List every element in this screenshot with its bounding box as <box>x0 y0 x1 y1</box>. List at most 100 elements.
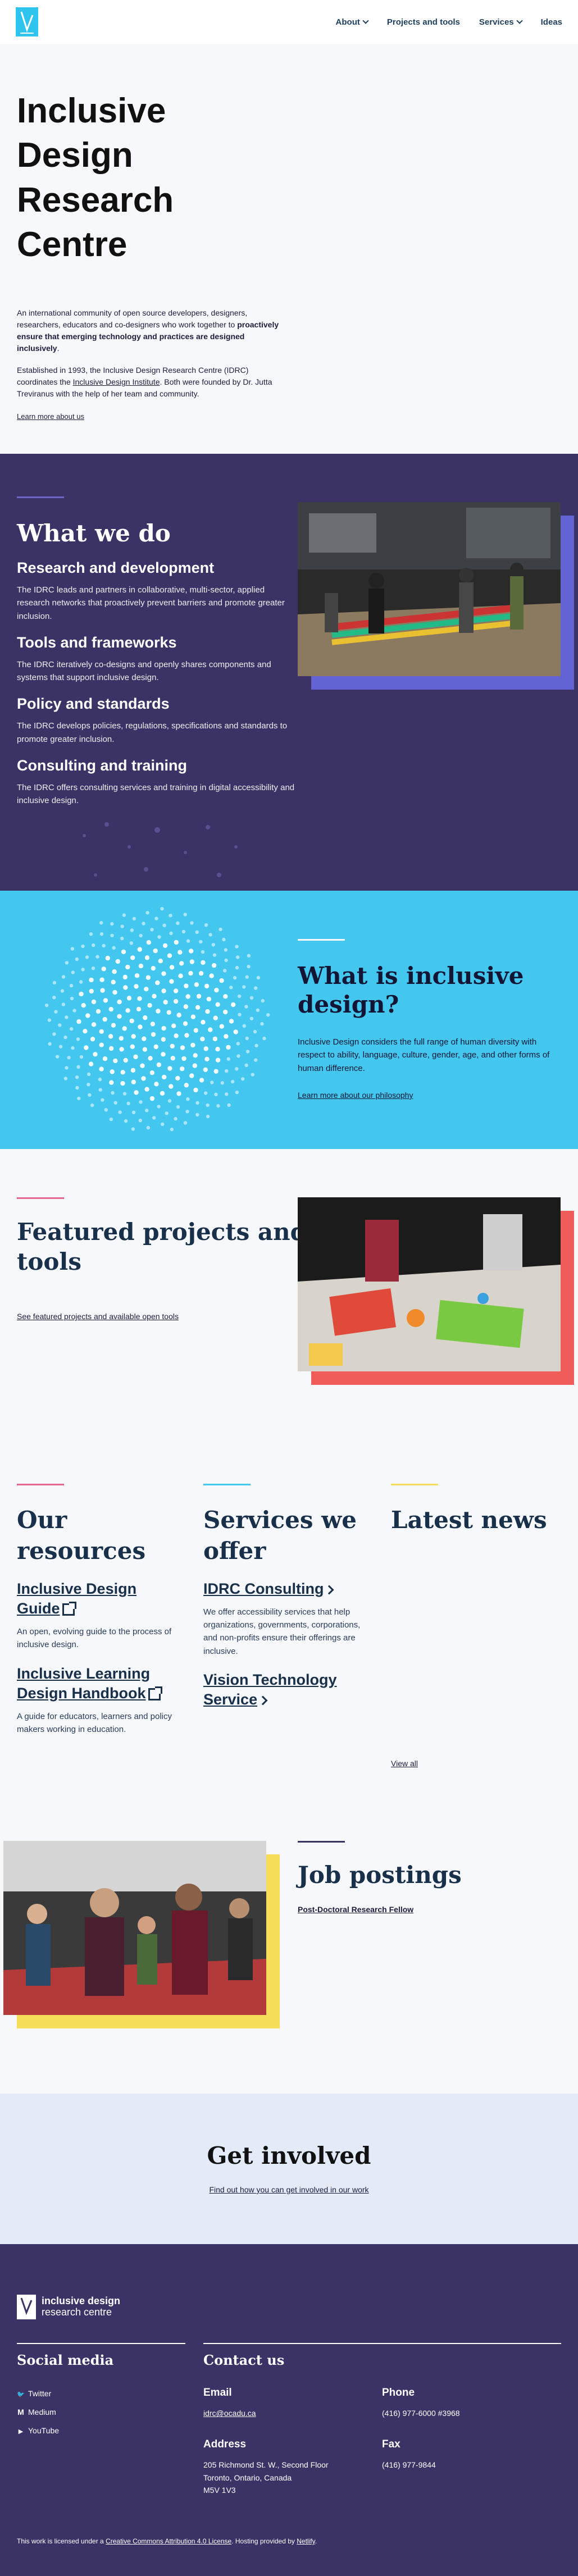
burst-dot <box>83 1029 88 1034</box>
burst-dot <box>176 1105 180 1109</box>
twitter-label: Twitter <box>28 2389 52 2398</box>
learning-design-handbook-link[interactable]: Inclusive Learning Design Handbook <box>17 1664 180 1703</box>
burst-dot <box>139 933 143 938</box>
burst-dot <box>132 917 136 921</box>
burst-dot <box>247 964 251 969</box>
burst-dot <box>157 935 161 939</box>
burst-dot <box>75 957 79 961</box>
burst-dot <box>219 927 222 932</box>
job-posting-link[interactable]: Post-Doctoral Research Fellow <box>298 1905 413 1914</box>
twitter-link[interactable]: 🐦 Twitter <box>17 2384 59 2403</box>
jobs-title: Job postings <box>298 1861 462 1889</box>
burst-dot <box>256 975 261 980</box>
burst-dot <box>130 928 134 932</box>
burst-dot <box>244 1005 248 1009</box>
learn-more-link[interactable]: Learn more about us <box>17 412 84 421</box>
burst-dot <box>229 986 233 990</box>
burst-dot <box>176 1091 181 1096</box>
nav-projects-and-tools[interactable]: Projects and tools <box>387 17 460 27</box>
intro-end: . <box>57 344 60 353</box>
featured-title: Featured projects and tools <box>17 1218 307 1275</box>
burst-dot <box>208 1027 213 1032</box>
burst-dot <box>146 1125 150 1130</box>
view-all-news-link[interactable]: View all <box>391 1759 418 1768</box>
nav-about[interactable]: About <box>336 17 369 27</box>
inclusive-design-institute-link[interactable]: Inclusive Design Institute <box>73 377 160 386</box>
burst-dot <box>165 1111 169 1115</box>
license-end: . <box>315 2537 317 2545</box>
youtube-label: YouTube <box>28 2425 60 2435</box>
burst-dot <box>123 1057 128 1063</box>
nav-ideas-label: Ideas <box>540 17 562 27</box>
burst-dot <box>193 1028 198 1033</box>
burst-dot <box>58 1023 62 1027</box>
burst-dot <box>89 988 94 994</box>
burst-dot <box>161 1122 165 1126</box>
youtube-link[interactable]: ▶ YouTube <box>17 2422 59 2440</box>
logo-line-2: research centre <box>42 2306 112 2318</box>
burst-dot <box>219 1024 224 1029</box>
burst-dot <box>117 999 122 1005</box>
medium-link[interactable]: M Medium <box>17 2403 59 2422</box>
burst-dot <box>183 1121 188 1125</box>
license-prefix: This work is licensed under a <box>17 2537 106 2545</box>
burst-dot <box>150 928 154 932</box>
chevron-right-icon <box>324 1585 334 1595</box>
burst-dot <box>171 1023 176 1028</box>
news-column: Latest news View all <box>391 1484 554 1768</box>
handbook-description: A guide for educators, learners and poli… <box>17 1711 172 1734</box>
address-label: Address <box>203 2438 247 2450</box>
burst-dot <box>99 921 103 925</box>
burst-dot <box>81 1003 86 1008</box>
decorative-dots-icon <box>83 822 238 877</box>
fax-value: (416) 977-9844 <box>382 2460 436 2470</box>
nav-services[interactable]: Services <box>479 17 523 27</box>
get-involved-link[interactable]: Find out how you can get involved in our… <box>209 2185 368 2194</box>
services-title: Services we offer <box>203 1506 357 1565</box>
burst-dot <box>101 1098 104 1102</box>
footer-logo[interactable]: inclusive design research centre <box>17 2295 120 2319</box>
burst-dot <box>70 996 74 1001</box>
burst-dot <box>226 1057 230 1061</box>
inclusive-design-guide-link[interactable]: Inclusive Design Guide <box>17 1579 180 1618</box>
burst-dot <box>167 953 172 958</box>
netlify-link[interactable]: Netlify <box>297 2537 315 2545</box>
burst-dot <box>85 1013 90 1018</box>
email-link[interactable]: idrc@ocadu.ca <box>203 2409 256 2418</box>
burst-dot <box>247 954 251 958</box>
burst-dot <box>180 1066 185 1072</box>
philosophy-link[interactable]: Learn more about our philosophy <box>298 1091 413 1100</box>
section-divider <box>17 1484 64 1485</box>
burst-dot <box>189 949 194 954</box>
burst-dot <box>206 1103 210 1107</box>
nav-ideas[interactable]: Ideas <box>541 17 562 27</box>
burst-dot <box>67 1056 71 1060</box>
burst-dot <box>179 961 184 966</box>
burst-dot <box>145 975 151 980</box>
burst-dot <box>190 1014 196 1019</box>
burst-dot <box>109 1117 113 1121</box>
license-link[interactable]: Creative Commons Attribution 4.0 License <box>106 2537 231 2545</box>
idrc-consulting-link[interactable]: IDRC Consulting <box>203 1579 366 1599</box>
burst-dot <box>201 950 205 954</box>
burst-dot <box>211 943 215 947</box>
burst-dot <box>186 939 190 943</box>
burst-dot <box>122 974 128 980</box>
burst-dot <box>93 1052 98 1057</box>
idrc-logo[interactable] <box>16 7 38 37</box>
burst-dot <box>261 999 265 1003</box>
burst-dot <box>158 959 163 964</box>
burst-dot <box>98 1088 102 1092</box>
burst-dot <box>79 991 84 997</box>
get-involved-section: Get involved Find out how you can get in… <box>0 2094 578 2244</box>
burst-dot <box>241 1077 245 1081</box>
featured-projects-link[interactable]: See featured projects and available open… <box>17 1312 179 1321</box>
burst-dot <box>115 959 120 964</box>
vision-technology-link[interactable]: Vision Technology Service <box>203 1670 366 1709</box>
burst-dot <box>195 1113 199 1117</box>
phone-label: Phone <box>382 2387 415 2399</box>
burst-dot <box>254 1058 258 1062</box>
burst-dot <box>150 1022 156 1027</box>
section-divider <box>17 496 64 498</box>
research-text: The IDRC leads and partners in collabora… <box>17 585 285 621</box>
